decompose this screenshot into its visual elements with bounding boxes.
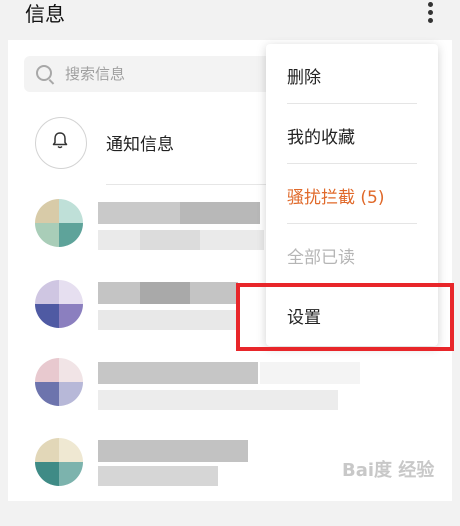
conversation-name — [98, 362, 258, 384]
conversation-preview — [98, 466, 218, 486]
conversation-row[interactable] — [0, 356, 460, 446]
conversation-preview — [98, 390, 338, 410]
watermark: Bai度 经验 — [342, 460, 435, 481]
menu-item-favorites[interactable]: 我的收藏 — [266, 104, 438, 164]
more-vertical-icon[interactable] — [420, 0, 440, 26]
highlight-box — [236, 283, 454, 351]
avatar — [35, 199, 83, 247]
menu-item-mark-all-read[interactable]: 全部已读 — [266, 224, 438, 284]
page-title: 信息 — [25, 2, 65, 26]
avatar — [35, 358, 83, 406]
blur-block — [140, 230, 200, 250]
menu-item-label: 我的收藏 — [287, 128, 355, 148]
avatar — [35, 438, 83, 486]
menu-item-delete[interactable]: 删除 — [266, 44, 438, 104]
search-placeholder: 搜索信息 — [65, 65, 126, 83]
menu-item-label: 骚扰拦截 (5) — [287, 188, 385, 208]
search-icon — [36, 65, 52, 81]
bell-icon — [52, 132, 68, 149]
search-input[interactable]: 搜索信息 — [24, 56, 274, 92]
notification-avatar — [35, 117, 87, 169]
top-bar: 信息 — [0, 0, 460, 44]
menu-item-harassment-block[interactable]: 骚扰拦截 (5) — [266, 164, 438, 224]
blur-block — [180, 202, 260, 224]
avatar — [35, 280, 83, 328]
notification-label: 通知信息 — [106, 135, 174, 155]
blur-block — [260, 362, 360, 384]
conversation-name — [98, 440, 248, 462]
blur-block — [140, 282, 190, 304]
menu-item-label: 删除 — [287, 68, 321, 88]
menu-item-label: 全部已读 — [287, 248, 355, 268]
conversation-preview — [98, 310, 238, 330]
